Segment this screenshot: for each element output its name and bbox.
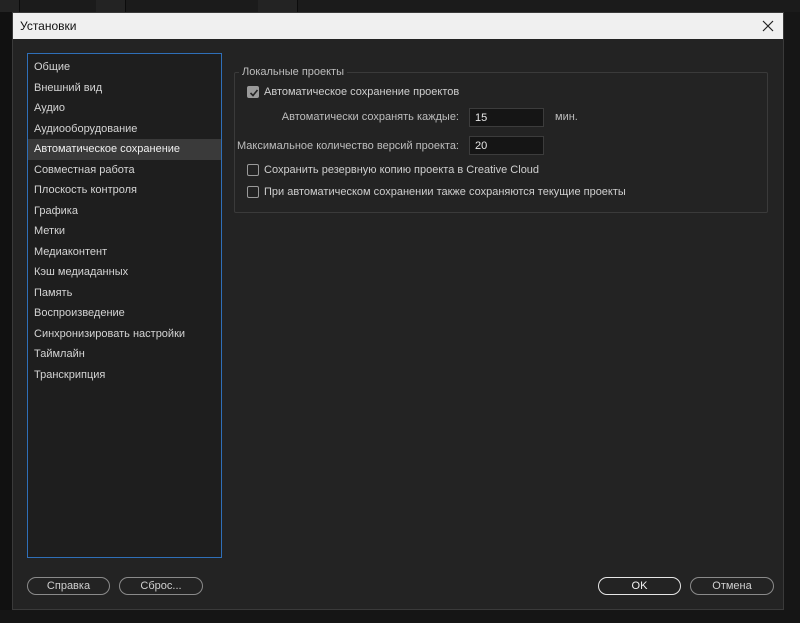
- reset-button[interactable]: Сброс...: [119, 577, 203, 595]
- preferences-category-list[interactable]: Общие Внешний вид Аудио Аудиооборудование Ав…: [27, 53, 222, 558]
- background-app-toolbar: [0, 0, 800, 12]
- sidebar-item[interactable]: Графика: [28, 201, 221, 222]
- sidebar-item[interactable]: Метки: [28, 221, 221, 242]
- sidebar-item[interactable]: Общие: [28, 57, 221, 78]
- background-app-panel: [784, 12, 800, 610]
- help-button[interactable]: Справка: [27, 577, 110, 595]
- checkmark-icon: [249, 89, 259, 97]
- dialog-titlebar: Установки: [13, 13, 783, 39]
- background-panel-tab: [96, 0, 126, 12]
- autosave-interval-input[interactable]: [469, 108, 544, 127]
- cloud-backup-checkbox[interactable]: [247, 164, 259, 176]
- sidebar-item[interactable]: Автоматическое сохранение: [28, 139, 221, 160]
- sidebar-item[interactable]: Медиаконтент: [28, 242, 221, 263]
- sidebar-item[interactable]: Таймлайн: [28, 344, 221, 365]
- autosave-row[interactable]: Автоматическое сохранение проектов: [247, 86, 459, 98]
- autosave-checkbox[interactable]: [247, 86, 259, 98]
- cloud-backup-row[interactable]: Сохранить резервную копию проекта в Crea…: [247, 164, 539, 176]
- preferences-dialog: Установки Общие Внешний вид Аудио Аудиообор…: [12, 12, 784, 610]
- sidebar-item[interactable]: Аудио: [28, 98, 221, 119]
- dialog-title: Установки: [20, 19, 77, 33]
- close-icon: [762, 20, 774, 32]
- save-current-checkbox[interactable]: [247, 186, 259, 198]
- cloud-backup-label: Сохранить резервную копию проекта в Crea…: [264, 164, 540, 176]
- cancel-button[interactable]: Отмена: [690, 577, 774, 595]
- close-button[interactable]: [757, 15, 779, 37]
- autosave-interval-label: Автоматически сохранять каждые:: [281, 111, 459, 123]
- sidebar-item[interactable]: Плоскость контроля: [28, 180, 221, 201]
- sidebar-item[interactable]: Синхронизировать настройки: [28, 324, 221, 345]
- sidebar-item[interactable]: Совместная работа: [28, 160, 221, 181]
- ok-button[interactable]: OK: [598, 577, 681, 595]
- sidebar-item[interactable]: Воспроизведение: [28, 303, 221, 324]
- save-current-label: При автоматическом сохранении также сохр…: [264, 186, 626, 198]
- sidebar-item[interactable]: Транскрипция: [28, 365, 221, 386]
- background-app-statusbar: [0, 610, 800, 623]
- sidebar-item[interactable]: Память: [28, 283, 221, 304]
- category-list: Общие Внешний вид Аудио Аудиооборудование Ав…: [28, 54, 221, 385]
- autosave-label: Автоматическое сохранение проектов: [264, 86, 460, 98]
- max-versions-label: Максимальное количество версий проекта:: [237, 140, 459, 152]
- sidebar-item[interactable]: Аудиооборудование: [28, 119, 221, 140]
- autosave-interval-unit: мин.: [555, 111, 578, 123]
- background-panel-tab: [258, 0, 298, 12]
- sidebar-item[interactable]: Кэш медиаданных: [28, 262, 221, 283]
- sidebar-item[interactable]: Внешний вид: [28, 78, 221, 99]
- local-projects-group-label: Локальные проекты: [239, 66, 348, 78]
- save-current-row[interactable]: При автоматическом сохранении также сохр…: [247, 186, 626, 198]
- background-panel-tab: [0, 0, 20, 12]
- max-versions-input[interactable]: [469, 136, 544, 155]
